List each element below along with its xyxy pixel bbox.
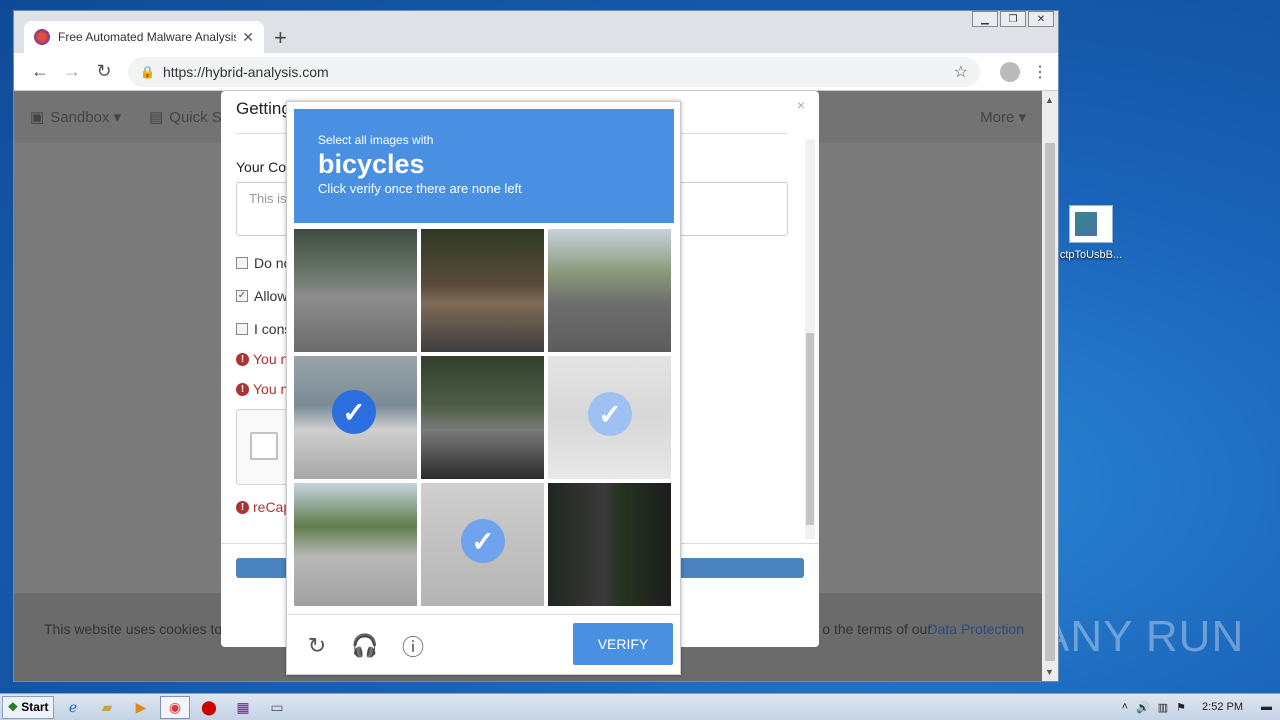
recaptcha-checkbox[interactable] <box>250 432 278 460</box>
media-player-icon[interactable]: ▶ <box>126 696 156 719</box>
checkbox[interactable] <box>236 323 248 335</box>
flag-icon[interactable]: ⚑ <box>1176 701 1186 714</box>
taskbar: ❖ Start ℯ ▰ ▶ ◉ ⬤ ▦ ▭ ˄ 🔊 ▥ ⚑ 2:52 PM ▬ <box>0 693 1280 720</box>
scroll-thumb[interactable] <box>1045 143 1055 661</box>
checkbox-row-3[interactable]: I cons <box>236 321 291 337</box>
error-message-1: ! You n <box>236 351 288 367</box>
tab-title: Free Automated Malware Analysis S <box>58 30 237 44</box>
info-icon[interactable]: ⓘ <box>399 632 427 660</box>
checkbox-row-1[interactable]: Do no <box>236 255 291 271</box>
image-tile[interactable] <box>548 483 671 606</box>
nav-label: Quick S <box>169 108 222 126</box>
back-icon[interactable]: ← <box>24 61 56 82</box>
favicon-icon <box>34 29 50 45</box>
nav-quick-scan[interactable]: ▤ Quick S <box>149 108 222 127</box>
image-tile[interactable] <box>294 229 417 352</box>
reload-icon[interactable]: ↻ <box>88 61 120 82</box>
show-desktop-icon[interactable]: ▬ <box>1261 701 1272 713</box>
verify-button[interactable]: VERIFY <box>573 623 673 665</box>
url-text[interactable]: https://hybrid-analysis.com <box>163 64 954 80</box>
new-tab-button[interactable]: + <box>274 25 287 51</box>
nav-label: Sandbox ▾ <box>50 109 122 126</box>
error-text: You n <box>253 381 289 397</box>
scroll-down-icon[interactable]: ▼ <box>1045 667 1054 677</box>
restore-icon[interactable]: ❐ <box>1000 11 1026 27</box>
window-controls: ▁ ❐ ✕ <box>972 11 1054 27</box>
winrar-icon[interactable]: ▦ <box>228 696 258 719</box>
error-text: You n <box>253 351 289 367</box>
modal-close-icon[interactable]: × <box>797 97 805 113</box>
image-tile[interactable] <box>421 356 544 479</box>
network-icon[interactable]: ▥ <box>1158 701 1168 714</box>
profile-avatar[interactable] <box>1000 61 1020 82</box>
cookie-text: This website uses cookies to <box>44 621 223 637</box>
challenge-hint: Click verify once there are none left <box>318 181 522 196</box>
checkbox-row-2[interactable]: ✓ Allow <box>236 288 287 304</box>
start-label: Start <box>21 700 49 714</box>
close-window-icon[interactable]: ✕ <box>1028 11 1054 27</box>
error-message-2: ! You n <box>236 381 288 397</box>
window-icon[interactable]: ▭ <box>262 696 292 719</box>
start-button[interactable]: ❖ Start <box>2 695 54 719</box>
explorer-icon[interactable]: ▰ <box>92 696 122 719</box>
scroll-up-icon[interactable]: ▲ <box>1045 95 1054 105</box>
document-icon <box>1069 205 1113 243</box>
selected-check-icon: ✓ <box>332 390 376 434</box>
image-tile[interactable] <box>421 229 544 352</box>
ie-icon[interactable]: ℯ <box>58 696 88 719</box>
image-grid: ✓ ✓ ✓ <box>294 229 674 606</box>
tray-arrow-icon[interactable]: ˄ <box>1122 701 1128 713</box>
image-tile[interactable]: ✓ <box>421 483 544 606</box>
image-tile[interactable]: ✓ <box>294 356 417 479</box>
error-icon: ! <box>236 500 249 514</box>
browser-tab[interactable]: Free Automated Malware Analysis S ✕ <box>24 21 264 53</box>
image-tile[interactable]: ✓ <box>548 356 671 479</box>
clock[interactable]: 2:52 PM <box>1202 701 1243 713</box>
error-icon: ! <box>236 352 249 366</box>
cube-icon: ▣ <box>30 109 45 126</box>
checkbox-checked[interactable]: ✓ <box>236 290 248 302</box>
nav-more[interactable]: More ▾ <box>980 108 1026 126</box>
selected-check-icon: ✓ <box>588 392 632 436</box>
image-tile[interactable] <box>548 229 671 352</box>
page-scrollbar[interactable]: ▲ ▼ <box>1042 91 1058 681</box>
error-message-3: ! reCap <box>236 499 291 515</box>
checkbox-label: Allow <box>254 288 288 304</box>
lock-icon: 🔒 <box>140 64 155 79</box>
divider <box>287 614 680 615</box>
audio-challenge-icon[interactable]: 🎧 <box>351 632 379 660</box>
challenge-header: Select all images with bicycles Click ve… <box>294 109 674 223</box>
selected-check-icon: ✓ <box>461 519 505 563</box>
reload-challenge-icon[interactable]: ↻ <box>303 632 331 660</box>
minimize-icon[interactable]: ▁ <box>972 11 998 27</box>
windows-logo-icon: ❖ <box>7 700 19 714</box>
checkbox[interactable] <box>236 257 248 269</box>
nav-sandbox[interactable]: ▣ Sandbox ▾ <box>30 108 121 126</box>
opera-icon[interactable]: ⬤ <box>194 696 224 719</box>
chrome-icon[interactable]: ◉ <box>160 695 190 719</box>
tab-strip: Free Automated Malware Analysis S ✕ + ▁ … <box>14 11 1058 53</box>
volume-icon[interactable]: 🔊 <box>1136 701 1150 714</box>
image-tile[interactable] <box>294 483 417 606</box>
data-protection-link[interactable]: Data Protection <box>928 621 1025 637</box>
desktop-icon-label: ctpToUsbB... <box>1059 249 1123 261</box>
cookie-text-tail: o the terms of our <box>822 621 932 637</box>
recaptcha-challenge: Select all images with bicycles Click ve… <box>286 101 681 675</box>
file-icon: ▤ <box>149 109 164 126</box>
modal-scroll-thumb[interactable] <box>806 333 814 525</box>
tab-close-icon[interactable]: ✕ <box>242 29 254 46</box>
anyrun-watermark: ANY RUN <box>1040 612 1245 661</box>
forward-icon[interactable]: → <box>56 61 88 82</box>
modal-scrollbar[interactable] <box>805 139 815 539</box>
browser-toolbar: ← → ↻ 🔒 https://hybrid-analysis.com ☆ ⋮ <box>14 53 1058 91</box>
bookmark-star-icon[interactable]: ☆ <box>954 62 968 82</box>
challenge-target: bicycles <box>318 149 425 179</box>
desktop-file-icon[interactable]: ctpToUsbB... <box>1055 205 1127 261</box>
address-bar[interactable]: 🔒 https://hybrid-analysis.com ☆ <box>128 56 980 87</box>
error-icon: ! <box>236 382 249 396</box>
menu-dots-icon[interactable]: ⋮ <box>1032 62 1048 82</box>
challenge-instruction: Select all images with <box>318 133 434 147</box>
system-tray: ˄ 🔊 ▥ ⚑ 2:52 PM ▬ <box>1122 701 1280 714</box>
